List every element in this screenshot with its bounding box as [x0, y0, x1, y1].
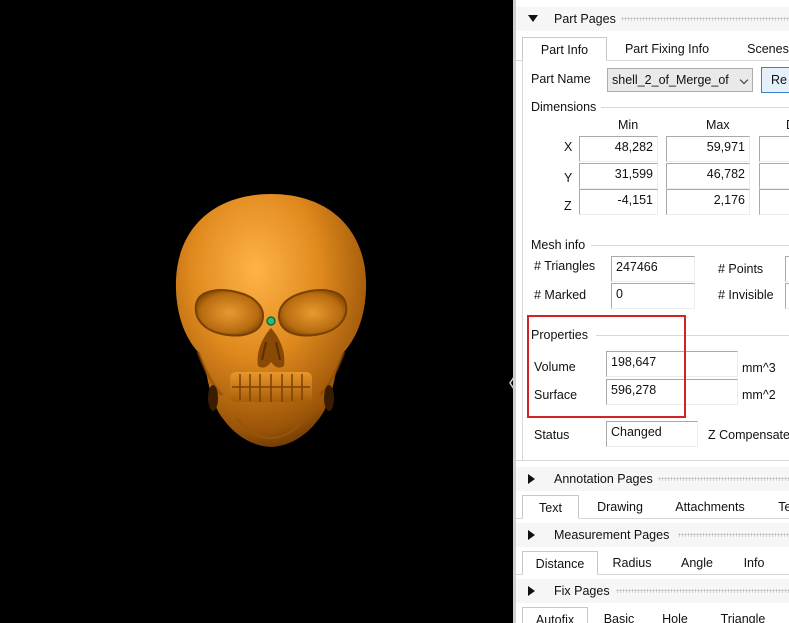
- tab-part-fixing-info[interactable]: Part Fixing Info: [614, 37, 720, 61]
- header-grip: [616, 589, 789, 593]
- marked-field[interactable]: 0: [611, 283, 695, 309]
- chevron-down-icon: [739, 75, 749, 85]
- tab-attachments[interactable]: Attachments: [666, 495, 754, 519]
- tab-autofix[interactable]: Autofix: [522, 607, 588, 623]
- properties-panel: Part Pages Part Info Part Fixing Info Sc…: [513, 0, 789, 623]
- tab-scenes[interactable]: Scenes: [740, 37, 789, 61]
- expand-triangle-icon[interactable]: [528, 530, 535, 540]
- tab-drawing[interactable]: Drawing: [586, 495, 654, 519]
- measurement-pages-header[interactable]: Measurement Pages: [516, 523, 789, 547]
- annotation-pages-header[interactable]: Annotation Pages: [516, 467, 789, 491]
- mesh-info-title: Mesh info: [531, 238, 586, 252]
- tab-basic[interactable]: Basic: [594, 607, 644, 623]
- pivot-marker[interactable]: [266, 316, 276, 326]
- part-pages-title: Part Pages: [554, 12, 616, 26]
- header-grip: [658, 477, 789, 481]
- triangles-label: # Triangles: [534, 259, 596, 273]
- part-name-label: Part Name: [531, 72, 591, 86]
- dim-z-min-field[interactable]: -4,151: [579, 189, 658, 215]
- tab-radius[interactable]: Radius: [604, 551, 660, 575]
- tab-part-info[interactable]: Part Info: [522, 37, 607, 61]
- measurement-tabbar: Distance Radius Angle Info: [516, 549, 789, 575]
- tab-tex[interactable]: Tex: [768, 495, 789, 519]
- dim-x-min-field[interactable]: 48,282: [579, 136, 658, 162]
- z-compensate-label: Z Compensate: [708, 428, 789, 442]
- 3d-viewport[interactable]: [0, 0, 512, 623]
- re-button[interactable]: Re: [761, 67, 789, 93]
- fix-pages-header[interactable]: Fix Pages: [516, 579, 789, 603]
- tab-hole[interactable]: Hole: [654, 607, 696, 623]
- part-pages-header[interactable]: Part Pages: [516, 7, 789, 31]
- group-divider: [601, 107, 789, 108]
- dim-z-max-field[interactable]: 2,176: [666, 189, 750, 215]
- part-pages-tabbar: Part Info Part Fixing Info Scenes: [516, 35, 789, 61]
- tab-triangle[interactable]: Triangle: [708, 607, 778, 623]
- group-divider: [591, 245, 789, 246]
- dim-y-min-field[interactable]: 31,599: [579, 163, 658, 189]
- header-grip: [678, 533, 789, 537]
- invisible-label: # Invisible: [718, 288, 774, 302]
- volume-unit: mm^3: [742, 361, 776, 375]
- section-divider: [516, 460, 789, 461]
- expand-triangle-icon[interactable]: [528, 474, 535, 484]
- expand-triangle-icon[interactable]: [528, 586, 535, 596]
- dim-z-delta-field[interactable]: [759, 189, 789, 215]
- collapse-triangle-icon[interactable]: [528, 15, 538, 22]
- dim-y-delta-field[interactable]: [759, 163, 789, 189]
- dim-col-min: Min: [618, 118, 639, 132]
- measurement-pages-title: Measurement Pages: [554, 528, 670, 542]
- dim-y-max-field[interactable]: 46,782: [666, 163, 750, 189]
- part-name-dropdown[interactable]: shell_2_of_Merge_of: [607, 68, 753, 92]
- status-field[interactable]: Changed: [606, 421, 698, 447]
- tab-page-border: [522, 60, 523, 460]
- points-label: # Points: [718, 262, 764, 276]
- properties-highlight-box: [527, 315, 686, 418]
- triangles-field[interactable]: 247466: [611, 256, 695, 282]
- tab-distance[interactable]: Distance: [522, 551, 598, 575]
- dim-axis-z: Z: [564, 199, 572, 213]
- dim-axis-y: Y: [564, 171, 573, 185]
- dimensions-title: Dimensions: [531, 100, 597, 114]
- surface-unit: mm^2: [742, 388, 776, 402]
- annotation-tabbar: Text Drawing Attachments Tex: [516, 493, 789, 519]
- points-field[interactable]: [785, 256, 789, 282]
- tab-info[interactable]: Info: [734, 551, 774, 575]
- tab-angle[interactable]: Angle: [670, 551, 724, 575]
- status-label: Status: [534, 428, 570, 442]
- dim-x-delta-field[interactable]: [759, 136, 789, 162]
- fix-pages-title: Fix Pages: [554, 584, 610, 598]
- header-grip: [621, 17, 789, 21]
- dim-axis-x: X: [564, 140, 573, 154]
- fix-tabbar: Autofix Basic Hole Triangle: [516, 605, 789, 623]
- annotation-pages-title: Annotation Pages: [554, 472, 653, 486]
- skull-model[interactable]: [0, 0, 512, 623]
- app-window: Part Pages Part Info Part Fixing Info Sc…: [0, 0, 789, 623]
- part-name-value: shell_2_of_Merge_of: [612, 73, 729, 87]
- marked-label: # Marked: [534, 288, 587, 302]
- dim-x-max-field[interactable]: 59,971: [666, 136, 750, 162]
- dim-col-max: Max: [706, 118, 730, 132]
- tab-text[interactable]: Text: [522, 495, 579, 519]
- invisible-field[interactable]: [785, 283, 789, 309]
